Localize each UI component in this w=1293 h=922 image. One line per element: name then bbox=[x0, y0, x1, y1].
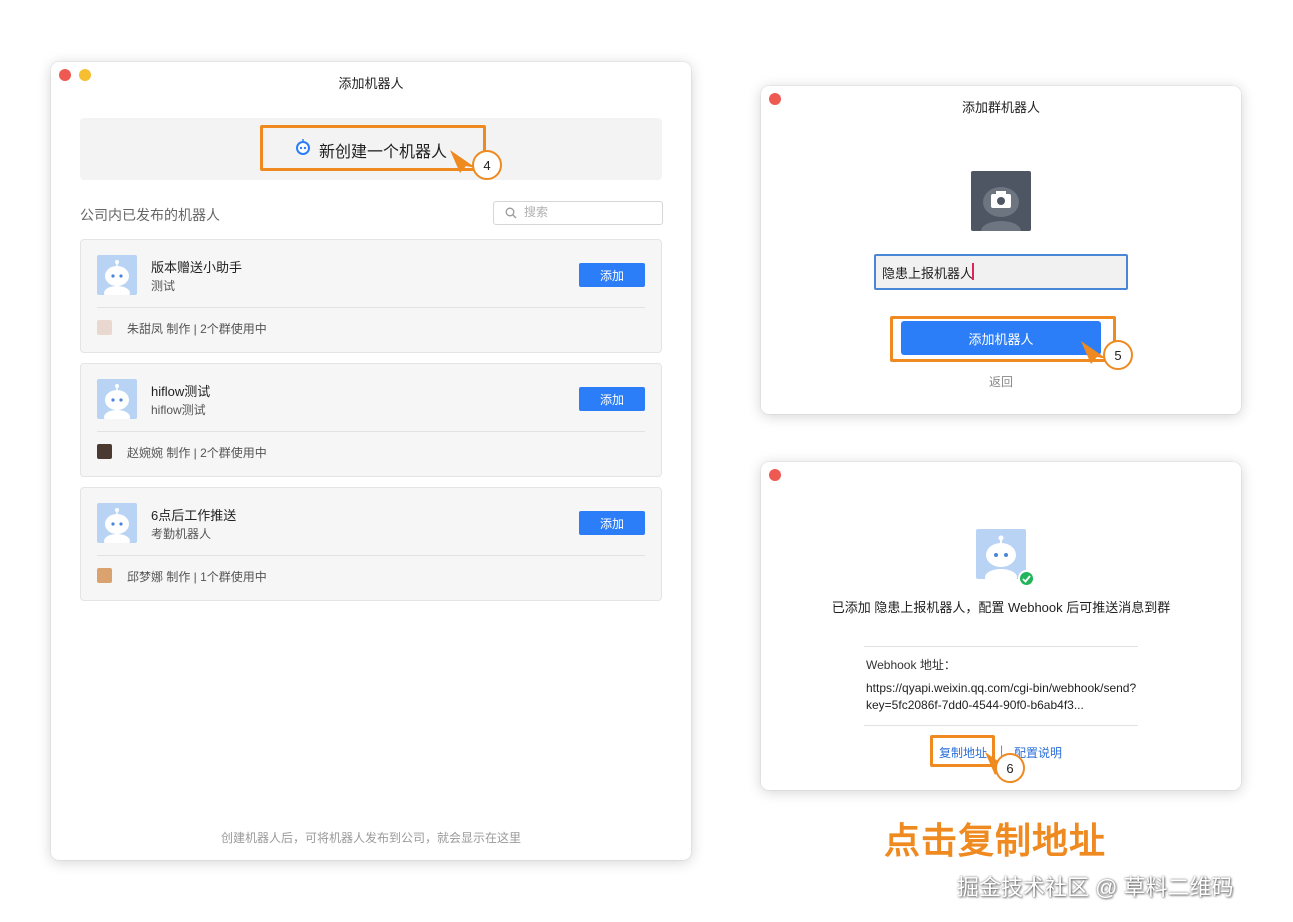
search-input[interactable] bbox=[524, 205, 654, 219]
robot-name-input[interactable] bbox=[874, 254, 1128, 290]
creator-avatar bbox=[97, 568, 112, 583]
robot-meta: 朱甜凤 制作 | 2个群使用中 bbox=[127, 322, 267, 336]
section-heading: 公司内已发布的机器人 bbox=[80, 207, 220, 223]
robot-name: 6点后工作推送 bbox=[151, 508, 237, 523]
robot-card: hiflow测试 hiflow测试 添加 赵婉婉 制作 | 2个群使用中 bbox=[80, 363, 662, 477]
robot-description: 考勤机器人 bbox=[151, 527, 212, 541]
robot-card: 6点后工作推送 考勤机器人 添加 邱梦娜 制作 | 1个群使用中 bbox=[80, 487, 662, 601]
step-number-badge: 6 bbox=[995, 753, 1025, 783]
watermark: 掘金技术社区 @ 草料二维码 bbox=[957, 875, 1234, 900]
instruction-caption: 点击复制地址 bbox=[884, 820, 1107, 861]
creator-avatar bbox=[97, 320, 112, 335]
robot-avatar bbox=[97, 379, 137, 419]
add-robot-window: 添加机器人 新创建一个机器人 4 公司内已发布的机器人 版本赠送小助手 测试 添… bbox=[51, 62, 691, 860]
add-button[interactable]: 添加 bbox=[579, 263, 645, 287]
create-robot-button[interactable]: 新创建一个机器人 bbox=[319, 138, 447, 162]
step-number-badge: 5 bbox=[1103, 340, 1133, 370]
divider bbox=[864, 725, 1138, 726]
robot-added-window: 已添加 隐患上报机器人，配置 Webhook 后可推送消息到群 Webhook … bbox=[761, 462, 1241, 790]
search-icon bbox=[505, 207, 517, 219]
copy-address-link[interactable]: 复制地址 bbox=[939, 744, 987, 761]
divider bbox=[97, 431, 645, 432]
success-message: 已添加 隐患上报机器人，配置 Webhook 后可推送消息到群 bbox=[831, 600, 1171, 615]
robot-icon bbox=[296, 139, 310, 155]
webhook-url: https://qyapi.weixin.qq.com/cgi-bin/webh… bbox=[866, 681, 1137, 712]
robot-description: 测试 bbox=[151, 279, 176, 293]
add-button[interactable]: 添加 bbox=[579, 387, 645, 411]
robot-avatar bbox=[97, 503, 137, 543]
robot-avatar bbox=[976, 529, 1026, 579]
divider bbox=[864, 646, 1138, 647]
search-box[interactable] bbox=[493, 201, 663, 225]
add-group-robot-window: 添加群机器人 添加机器人 5 返回 bbox=[761, 86, 1241, 414]
close-window-button[interactable] bbox=[769, 469, 781, 481]
check-icon bbox=[1018, 570, 1035, 587]
creator-avatar bbox=[97, 444, 112, 459]
window-title: 添加机器人 bbox=[338, 76, 404, 91]
add-button[interactable]: 添加 bbox=[579, 511, 645, 535]
robot-meta: 邱梦娜 制作 | 1个群使用中 bbox=[127, 570, 267, 584]
divider bbox=[97, 307, 645, 308]
robot-card: 版本赠送小助手 测试 添加 朱甜凤 制作 | 2个群使用中 bbox=[80, 239, 662, 353]
add-robot-button[interactable]: 添加机器人 bbox=[901, 321, 1101, 355]
robot-meta: 赵婉婉 制作 | 2个群使用中 bbox=[127, 446, 267, 460]
webhook-label: Webhook 地址： bbox=[866, 658, 956, 672]
footer-hint: 创建机器人后，可将机器人发布到公司，就会显示在这里 bbox=[220, 831, 521, 845]
back-link[interactable]: 返回 bbox=[761, 373, 1241, 390]
step-number-badge: 4 bbox=[472, 150, 502, 180]
camera-icon[interactable] bbox=[971, 171, 1031, 231]
robot-description: hiflow测试 bbox=[151, 403, 206, 417]
robot-name: 版本赠送小助手 bbox=[151, 260, 243, 275]
text-caret bbox=[972, 263, 974, 280]
window-title: 添加群机器人 bbox=[961, 100, 1040, 115]
divider bbox=[97, 555, 645, 556]
robot-avatar bbox=[97, 255, 137, 295]
robot-name: hiflow测试 bbox=[151, 384, 211, 399]
